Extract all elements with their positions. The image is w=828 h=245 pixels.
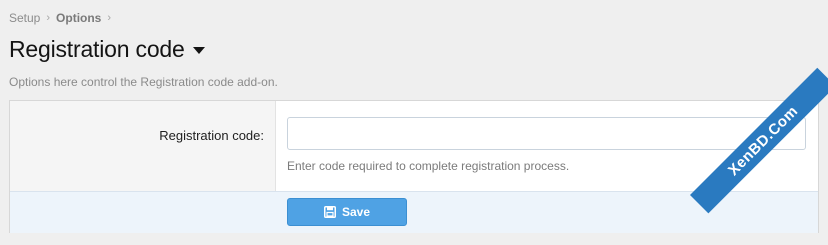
breadcrumb-separator: › — [46, 12, 51, 24]
options-form: Registration code: Enter code required t… — [9, 100, 819, 233]
field-label-column: Registration code: — [10, 101, 276, 191]
registration-code-input[interactable] — [287, 117, 806, 150]
registration-code-hint: Enter code required to complete registra… — [287, 159, 570, 173]
registration-code-input-wrapper — [287, 117, 806, 150]
save-button-label: Save — [341, 205, 371, 219]
page-description: Options here control the Registration co… — [9, 75, 278, 89]
breadcrumb-separator: › — [107, 12, 112, 24]
breadcrumb: Setup › Options › — [9, 11, 117, 25]
floppy-disk-icon — [323, 206, 336, 218]
save-button[interactable]: Save — [287, 198, 407, 226]
breadcrumb-item-options[interactable]: Options — [56, 11, 101, 25]
breadcrumb-item-setup[interactable]: Setup — [9, 11, 40, 25]
page-title: Registration code — [9, 36, 185, 62]
page-header: Registration code — [9, 36, 205, 63]
registration-code-label: Registration code: — [159, 128, 264, 143]
caret-down-icon[interactable] — [192, 47, 205, 54]
